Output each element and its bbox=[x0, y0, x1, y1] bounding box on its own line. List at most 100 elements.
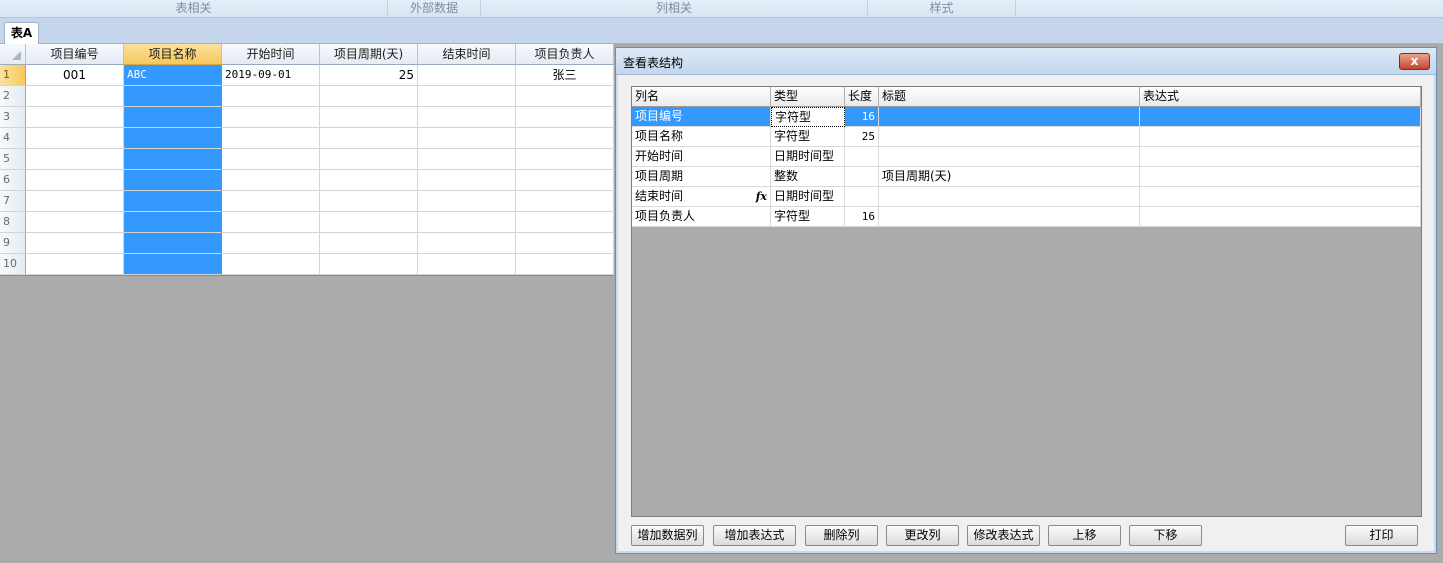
cell-project-id[interactable] bbox=[26, 233, 124, 254]
table-row[interactable]: 4 bbox=[0, 128, 614, 149]
cell-start-time[interactable] bbox=[222, 107, 320, 128]
row-number[interactable]: 6 bbox=[0, 170, 26, 191]
structure-cell-type[interactable]: 日期时间型 bbox=[771, 147, 845, 167]
select-all-corner[interactable] bbox=[0, 44, 26, 65]
structure-row[interactable]: 开始时间 日期时间型 bbox=[632, 147, 1421, 167]
cell-project-id[interactable] bbox=[26, 212, 124, 233]
structure-cell-type[interactable]: 字符型 bbox=[771, 107, 845, 127]
cell-end-time[interactable] bbox=[418, 233, 516, 254]
ribbon-group-external-data[interactable]: 外部数据 bbox=[388, 0, 481, 17]
structure-cell-length[interactable]: 25 bbox=[845, 127, 879, 147]
cell-start-time[interactable] bbox=[222, 212, 320, 233]
cell-duration[interactable] bbox=[320, 86, 418, 107]
structure-cell-name[interactable]: 项目周期 bbox=[632, 167, 771, 187]
print-button[interactable]: 打印 bbox=[1345, 525, 1418, 546]
ribbon-group-column[interactable]: 列相关 bbox=[481, 0, 868, 17]
cell-project-name[interactable] bbox=[124, 191, 222, 212]
structure-cell-caption[interactable] bbox=[879, 207, 1140, 227]
structure-cell-caption[interactable] bbox=[879, 187, 1140, 207]
structure-cell-type[interactable]: 日期时间型 bbox=[771, 187, 845, 207]
structure-row[interactable]: 项目编号 字符型 16 bbox=[632, 107, 1421, 127]
table-row[interactable]: 6 bbox=[0, 170, 614, 191]
cell-project-name[interactable] bbox=[124, 170, 222, 191]
structure-cell-caption[interactable] bbox=[879, 107, 1140, 127]
structure-grid-area[interactable]: 列名 类型 长度 标题 表达式 项目编号 字符型 16 项目名称 字符型 25 开始时间 日期… bbox=[631, 86, 1422, 517]
row-number[interactable]: 10 bbox=[0, 254, 26, 275]
row-number[interactable]: 7 bbox=[0, 191, 26, 212]
structure-grid[interactable]: 列名 类型 长度 标题 表达式 项目编号 字符型 16 项目名称 字符型 25 开始时间 日期… bbox=[632, 87, 1421, 227]
column-header-project-name[interactable]: 项目名称 bbox=[124, 44, 222, 65]
structure-cell-name[interactable]: 开始时间 bbox=[632, 147, 771, 167]
cell-owner[interactable] bbox=[516, 233, 614, 254]
structure-cell-name[interactable]: 项目名称 bbox=[632, 127, 771, 147]
add-data-column-button[interactable]: 增加数据列 bbox=[631, 525, 704, 546]
cell-project-name[interactable] bbox=[124, 212, 222, 233]
structure-cell-type[interactable]: 字符型 bbox=[771, 127, 845, 147]
cell-project-name[interactable]: ABC bbox=[124, 65, 222, 86]
row-number[interactable]: 1 bbox=[0, 65, 26, 86]
structure-cell-length[interactable] bbox=[845, 167, 879, 187]
cell-end-time[interactable] bbox=[418, 128, 516, 149]
cell-duration[interactable] bbox=[320, 254, 418, 275]
cell-project-id[interactable] bbox=[26, 149, 124, 170]
row-number[interactable]: 2 bbox=[0, 86, 26, 107]
cell-start-time[interactable] bbox=[222, 233, 320, 254]
cell-duration[interactable] bbox=[320, 149, 418, 170]
cell-project-name[interactable] bbox=[124, 149, 222, 170]
cell-end-time[interactable] bbox=[418, 212, 516, 233]
column-header-start-time[interactable]: 开始时间 bbox=[222, 44, 320, 65]
cell-project-id[interactable] bbox=[26, 86, 124, 107]
cell-owner[interactable] bbox=[516, 128, 614, 149]
structure-cell-expr[interactable] bbox=[1140, 207, 1421, 227]
structure-cell-expr[interactable] bbox=[1140, 107, 1421, 127]
cell-duration[interactable] bbox=[320, 170, 418, 191]
add-expression-button[interactable]: 增加表达式 bbox=[713, 525, 796, 546]
cell-project-name[interactable] bbox=[124, 254, 222, 275]
structure-cell-type[interactable]: 整数 bbox=[771, 167, 845, 187]
cell-project-id[interactable] bbox=[26, 191, 124, 212]
cell-start-time[interactable] bbox=[222, 191, 320, 212]
column-header-duration[interactable]: 项目周期(天) bbox=[320, 44, 418, 65]
table-row[interactable]: 1 001 ABC 2019-09-01 25 张三 bbox=[0, 65, 614, 86]
structure-cell-name[interactable]: 项目负责人 bbox=[632, 207, 771, 227]
row-number[interactable]: 3 bbox=[0, 107, 26, 128]
structure-header-length[interactable]: 长度 bbox=[845, 87, 879, 107]
structure-row[interactable]: 项目周期 整数 项目周期(天) bbox=[632, 167, 1421, 187]
cell-project-name[interactable] bbox=[124, 86, 222, 107]
cell-end-time[interactable] bbox=[418, 65, 516, 86]
cell-start-time[interactable] bbox=[222, 170, 320, 191]
cell-duration[interactable] bbox=[320, 212, 418, 233]
ribbon-group-table[interactable]: 表相关 bbox=[0, 0, 388, 17]
structure-cell-expr[interactable] bbox=[1140, 127, 1421, 147]
cell-start-time[interactable] bbox=[222, 149, 320, 170]
modify-expression-button[interactable]: 修改表达式 bbox=[967, 525, 1040, 546]
cell-start-time[interactable]: 2019-09-01 bbox=[222, 65, 320, 86]
cell-project-name[interactable] bbox=[124, 107, 222, 128]
cell-end-time[interactable] bbox=[418, 191, 516, 212]
table-row[interactable]: 5 bbox=[0, 149, 614, 170]
cell-owner[interactable]: 张三 bbox=[516, 65, 614, 86]
cell-end-time[interactable] bbox=[418, 107, 516, 128]
table-row[interactable]: 7 bbox=[0, 191, 614, 212]
close-button[interactable]: x bbox=[1399, 53, 1430, 70]
cell-project-id[interactable]: 001 bbox=[26, 65, 124, 86]
cell-project-id[interactable] bbox=[26, 128, 124, 149]
structure-cell-length[interactable]: 16 bbox=[845, 107, 879, 127]
row-number[interactable]: 8 bbox=[0, 212, 26, 233]
column-header-project-id[interactable]: 项目编号 bbox=[26, 44, 124, 65]
cell-end-time[interactable] bbox=[418, 86, 516, 107]
table-row[interactable]: 9 bbox=[0, 233, 614, 254]
cell-end-time[interactable] bbox=[418, 254, 516, 275]
cell-project-id[interactable] bbox=[26, 170, 124, 191]
structure-cell-caption[interactable] bbox=[879, 127, 1140, 147]
structure-cell-type[interactable]: 字符型 bbox=[771, 207, 845, 227]
cell-end-time[interactable] bbox=[418, 149, 516, 170]
move-down-button[interactable]: 下移 bbox=[1129, 525, 1202, 546]
cell-owner[interactable] bbox=[516, 254, 614, 275]
cell-start-time[interactable] bbox=[222, 128, 320, 149]
structure-cell-name[interactable]: 项目编号 bbox=[632, 107, 771, 127]
cell-duration[interactable] bbox=[320, 128, 418, 149]
cell-project-name[interactable] bbox=[124, 233, 222, 254]
structure-cell-length[interactable]: 16 bbox=[845, 207, 879, 227]
cell-project-name[interactable] bbox=[124, 128, 222, 149]
